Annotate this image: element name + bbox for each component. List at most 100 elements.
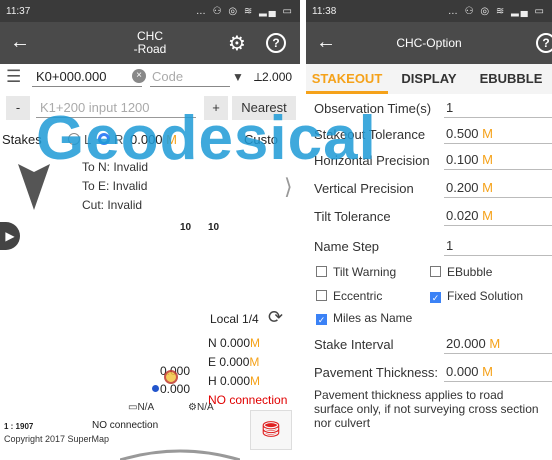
- checkbox-row-3: ✓ Miles as Name: [314, 306, 552, 330]
- tilt-tolerance-row: Tilt Tolerance 0.020 M: [314, 204, 552, 228]
- pavement-thickness-value: 0.000: [446, 364, 479, 379]
- stake-point-button[interactable]: ⛃: [250, 410, 292, 450]
- plus-button[interactable]: +: [204, 96, 228, 120]
- help-icon[interactable]: ?: [266, 33, 286, 53]
- code-dropdown-icon[interactable]: ▼: [232, 67, 250, 87]
- left-radio[interactable]: [68, 133, 80, 145]
- name-step-label: Name Step: [314, 238, 380, 254]
- stakeout-tolerance-value: 0.500: [446, 126, 479, 141]
- stake-interval-input[interactable]: 20.000 M: [444, 334, 552, 354]
- app-bar: ← CHC -Road ⚙ ?: [0, 22, 300, 64]
- horizontal-precision-value: 0.100: [446, 152, 479, 167]
- pavement-thickness-unit: M: [482, 364, 494, 379]
- horizontal-precision-label: Horizontal Precision: [314, 152, 430, 168]
- help-icon[interactable]: ?: [536, 33, 552, 53]
- observation-time-label: Observation Time(s): [314, 100, 432, 116]
- status-time-right: 11:38: [312, 5, 337, 17]
- cut-fill: Cut: Invalid: [82, 198, 143, 212]
- list-icon[interactable]: ☰: [6, 67, 21, 87]
- east-value: E 0.000: [208, 355, 250, 369]
- app-title-line2: -Road: [133, 42, 167, 56]
- pavement-thickness-input[interactable]: 0.000 M: [444, 362, 552, 382]
- tab-ebubble[interactable]: EBUBBLE: [470, 64, 552, 94]
- tab-stakeout[interactable]: STAKEOUT: [306, 64, 388, 94]
- stakes-row: Stakes L R 0.000 M Custo: [0, 128, 300, 152]
- chevron-right-icon[interactable]: ⟩: [284, 174, 293, 200]
- status-bar: 11:37 … ⚇ ◎ ≋ ▂▄ ▭: [0, 0, 300, 22]
- vertical-precision-value: 0.200: [446, 180, 479, 195]
- stake-interval-label: Stake Interval: [314, 336, 394, 352]
- pole-height-value: 2.000: [262, 70, 293, 84]
- north-value: N 0.000: [208, 336, 251, 350]
- custom-dropdown[interactable]: Custo: [244, 132, 278, 147]
- offset-value[interactable]: 0.000 M: [130, 132, 177, 147]
- satellite-status: ⚙N/A: [188, 402, 214, 413]
- name-step-value: 1: [446, 238, 454, 253]
- name-step-input[interactable]: 1: [444, 236, 552, 256]
- tilt-tolerance-label: Tilt Tolerance: [314, 208, 391, 224]
- horizontal-precision-row: Horizontal Precision 0.100 M: [314, 148, 552, 172]
- station-row: ☰ K0+000.000 × Code ▼ ⟂2.000: [0, 64, 300, 90]
- tilt-warning-label: Tilt Warning: [333, 265, 397, 279]
- ebubble-checkbox[interactable]: EBubble: [430, 265, 492, 279]
- offset-number: 0.000: [130, 132, 163, 147]
- pavement-thickness-row: Pavement Thickness: 0.000 M: [314, 360, 552, 384]
- compass-arc: [120, 449, 240, 460]
- station-input[interactable]: K0+000.000: [32, 67, 142, 87]
- vertical-precision-input[interactable]: 0.200 M: [444, 178, 552, 198]
- tilt-warning-checkbox[interactable]: Tilt Warning: [314, 265, 430, 279]
- observation-time-input[interactable]: 1: [444, 98, 552, 118]
- map-point-b: 0.000: [160, 382, 191, 396]
- tilt-tolerance-value: 0.020: [446, 208, 479, 223]
- satellite-icon: ⚙: [188, 402, 197, 413]
- status-bar-right: 11:38 … ⚇ ◎ ≋ ▂▄ ▭: [306, 0, 552, 22]
- tab-display[interactable]: DISPLAY: [388, 64, 470, 94]
- ebubble-box: [430, 266, 441, 277]
- station-input-row: - K1+200 input 1200 + Nearest: [0, 94, 300, 122]
- code-input[interactable]: Code: [150, 67, 230, 87]
- fixed-solution-checkbox[interactable]: ✓ Fixed Solution: [430, 289, 523, 303]
- pole-height[interactable]: ⟂2.000: [254, 67, 292, 87]
- nearest-button[interactable]: Nearest: [232, 96, 296, 120]
- station-number-input[interactable]: K1+200 input 1200: [36, 98, 196, 118]
- expand-panel-button[interactable]: ▶: [0, 222, 20, 250]
- eccentric-checkbox[interactable]: Eccentric: [314, 289, 430, 303]
- app-title: CHC -Road: [0, 30, 300, 56]
- battery-value: N/A: [137, 402, 155, 413]
- direction-arrow-icon: [18, 164, 50, 210]
- miles-as-name-check-icon: ✓: [316, 314, 327, 325]
- height-unit: M: [250, 374, 261, 388]
- back-arrow-icon[interactable]: ←: [10, 31, 30, 54]
- miles-as-name-label: Miles as Name: [333, 311, 413, 325]
- options-app-bar: ← CHC-Option ?: [306, 22, 552, 64]
- checkbox-row-2: Eccentric ✓ Fixed Solution: [314, 284, 552, 308]
- clear-icon[interactable]: ×: [132, 69, 146, 83]
- gear-icon[interactable]: ⚙: [228, 31, 246, 56]
- east-unit: M: [249, 355, 260, 369]
- offset-unit: M: [166, 132, 178, 147]
- stakeout-tolerance-label: Stakeout Tolerance: [314, 126, 426, 142]
- back-arrow-icon[interactable]: ←: [316, 31, 336, 54]
- minus-button[interactable]: -: [6, 96, 30, 120]
- status-time: 11:37: [6, 5, 31, 17]
- map-view[interactable]: ▶ 10 10 Local 1/4 ⟳ N 0.000M E 0.000M H …: [0, 214, 300, 460]
- road-stakeout-screen: 11:37 … ⚇ ◎ ≋ ▂▄ ▭ ← CHC -Road ⚙ ? ☰ K0+…: [0, 0, 300, 460]
- stakeout-tolerance-row: Stakeout Tolerance 0.500 M: [314, 122, 552, 146]
- fixed-solution-label: Fixed Solution: [447, 289, 524, 303]
- right-radio[interactable]: [98, 133, 110, 145]
- tilt-tolerance-input[interactable]: 0.020 M: [444, 206, 552, 226]
- miles-as-name-checkbox[interactable]: ✓ Miles as Name: [314, 311, 412, 325]
- refresh-icon[interactable]: ⟳: [268, 307, 283, 328]
- stakeout-tolerance-input[interactable]: 0.500 M: [444, 124, 552, 144]
- stake-interval-value: 20.000: [446, 336, 486, 351]
- connection-status-small: NO connection: [92, 420, 159, 431]
- eccentric-label: Eccentric: [333, 289, 383, 303]
- stakes-label: Stakes: [2, 132, 42, 147]
- pole-icon: ⟂: [254, 70, 263, 84]
- map-copyright: Copyright 2017 SuperMap: [4, 434, 110, 444]
- north-unit: M: [250, 336, 261, 350]
- tilt-warning-box: [316, 266, 327, 277]
- vertical-precision-unit: M: [482, 180, 494, 195]
- horizontal-precision-input[interactable]: 0.100 M: [444, 150, 552, 170]
- pavement-note: Pavement thickness applies to road surfa…: [314, 388, 539, 430]
